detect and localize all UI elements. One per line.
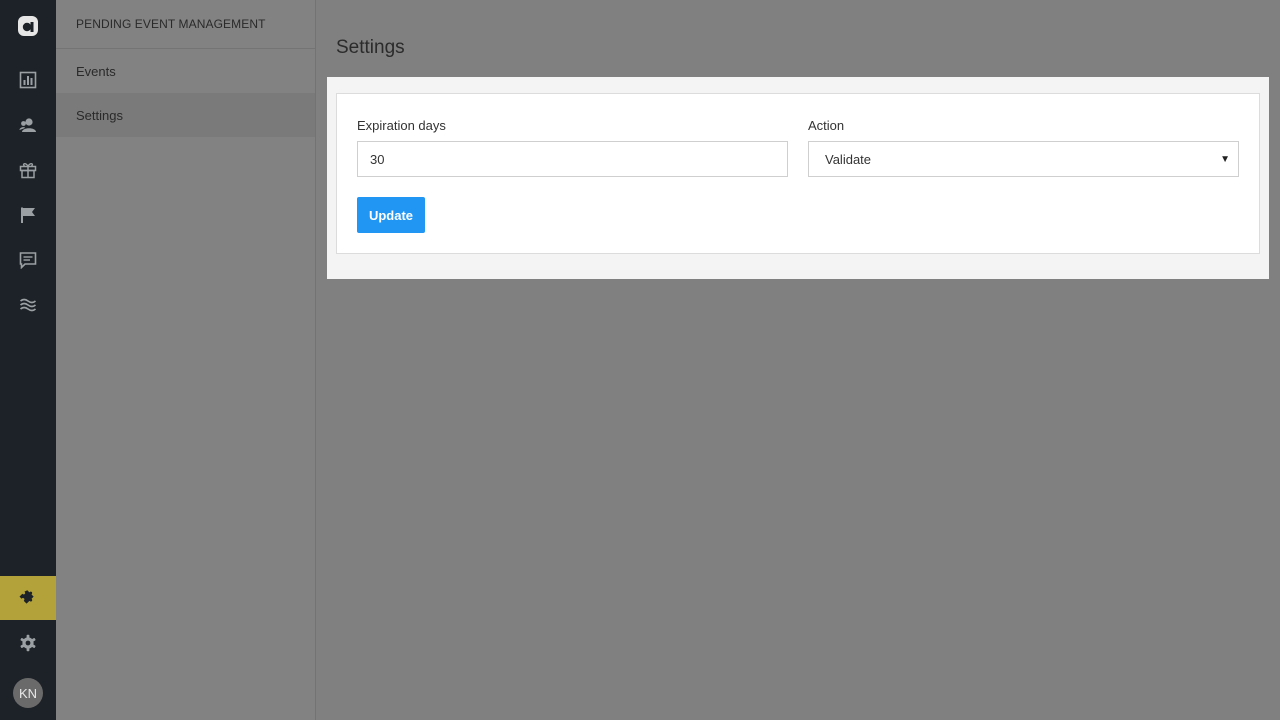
sidebar-item-settings[interactable]: Settings [56, 93, 315, 137]
rail-item-streams[interactable] [0, 283, 56, 327]
rail-item-settings[interactable] [0, 621, 56, 665]
action-label: Action [808, 118, 845, 133]
rail-item-gifts[interactable] [0, 148, 56, 192]
rail-item-dashboard[interactable] [0, 58, 56, 102]
users-icon [19, 118, 36, 132]
logo-icon [18, 16, 38, 36]
dashboard-icon [19, 71, 37, 89]
expiration-days-label: Expiration days [357, 118, 446, 133]
rail-item-plugins[interactable] [0, 576, 56, 620]
action-select[interactable]: Validate ▼ [808, 141, 1239, 177]
expiration-days-value: 30 [370, 151, 385, 167]
sidebar-header: PENDING EVENT MANAGEMENT [56, 0, 315, 49]
puzzle-icon [19, 590, 34, 604]
action-select-value: Validate [825, 151, 872, 167]
waves-icon [19, 298, 37, 312]
settings-form: Expiration days 30 Action Validate ▼ Upd… [336, 93, 1260, 254]
app-rail: KN [0, 0, 56, 720]
gear-icon [20, 634, 36, 652]
rail-item-flags[interactable] [0, 193, 56, 237]
rail-item-users[interactable] [0, 103, 56, 147]
update-button[interactable]: Update [357, 197, 425, 233]
sidebar-item-label: Events [76, 63, 116, 79]
section-sidebar: PENDING EVENT MANAGEMENT Events Settings [56, 0, 316, 720]
page-title: Settings [336, 37, 405, 58]
settings-panel-container: Expiration days 30 Action Validate ▼ Upd… [327, 77, 1269, 279]
expiration-days-input[interactable]: 30 [357, 141, 788, 177]
app-logo[interactable] [0, 0, 56, 52]
flag-icon [21, 207, 35, 223]
gift-icon [19, 163, 37, 179]
rail-item-comments[interactable] [0, 238, 56, 282]
sidebar-item-label: Settings [76, 107, 123, 123]
sidebar-item-events[interactable]: Events [56, 49, 315, 93]
main-content: Settings Expiration days 30 Action Valid… [316, 0, 1280, 720]
user-avatar[interactable]: KN [13, 678, 43, 708]
caret-down-icon: ▼ [1220, 154, 1230, 165]
comment-icon [19, 252, 37, 269]
